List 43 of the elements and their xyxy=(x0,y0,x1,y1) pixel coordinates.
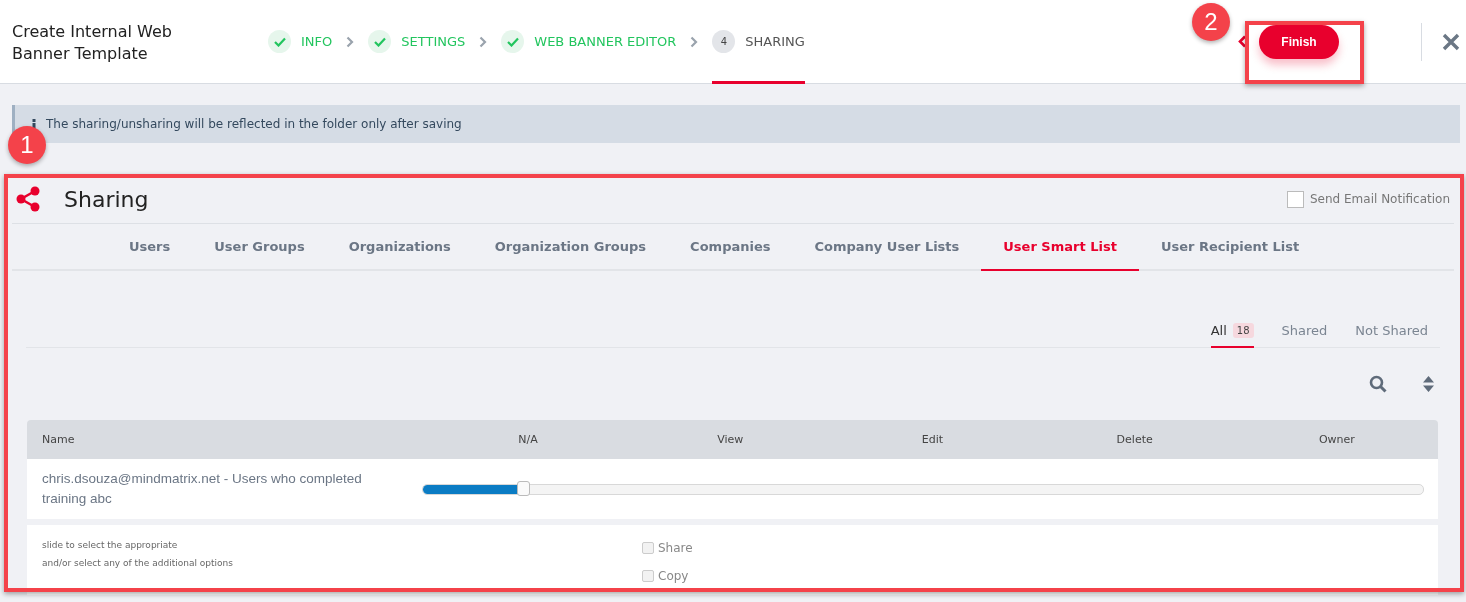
chevron-right-icon xyxy=(346,35,355,48)
wizard-step[interactable]: SETTINGS xyxy=(368,0,466,84)
sort-icon[interactable] xyxy=(1423,376,1434,392)
wizard-step[interactable]: INFO xyxy=(268,0,333,84)
wizard-step[interactable]: WEB BANNER EDITOR xyxy=(501,0,677,84)
column-header: View xyxy=(716,433,745,446)
tab[interactable]: Companies xyxy=(668,224,793,271)
tab[interactable]: Company User Lists xyxy=(792,224,982,271)
filter-tab[interactable]: Not Shared xyxy=(1355,315,1428,348)
share-icon xyxy=(16,186,40,212)
permission-slider[interactable] xyxy=(422,483,1424,495)
search-icon[interactable] xyxy=(1369,375,1387,393)
tab[interactable]: Users xyxy=(107,224,193,271)
filter-tab[interactable]: Shared xyxy=(1281,315,1328,348)
wizard-step[interactable]: 4 SHARING xyxy=(712,0,805,84)
chevron-right-icon xyxy=(479,35,488,48)
finish-button[interactable]: Finish xyxy=(1259,24,1339,59)
tab[interactable]: Organizations xyxy=(326,224,473,271)
column-header: Edit xyxy=(920,433,945,446)
email-notification-checkbox[interactable]: Send Email Notification xyxy=(1287,190,1450,208)
tab[interactable]: Organization Groups xyxy=(472,224,669,271)
column-header: Name xyxy=(41,433,76,446)
tab[interactable]: User Recipient List xyxy=(1138,224,1322,271)
chevron-left-icon[interactable] xyxy=(1238,35,1247,48)
tab[interactable]: User Smart List xyxy=(981,224,1139,271)
section-title: Sharing xyxy=(64,186,149,212)
chevron-right-icon xyxy=(690,35,699,48)
check-icon xyxy=(506,36,519,47)
hint-text: slide to select the appropriate xyxy=(42,540,179,550)
column-header: Owner xyxy=(1317,433,1356,446)
check-icon xyxy=(373,36,386,47)
column-header: Delete xyxy=(1115,433,1154,446)
hint-text: and/or select any of the additional options xyxy=(42,558,234,568)
tab[interactable]: User Groups xyxy=(192,224,327,271)
close-icon[interactable] xyxy=(1442,32,1460,51)
page-title: Create Internal Web Banner Template xyxy=(12,20,173,65)
slider-thumb[interactable] xyxy=(517,480,530,496)
filter-tab[interactable]: All 18 xyxy=(1210,315,1254,348)
check-icon xyxy=(273,36,286,47)
info-message: The sharing/unsharing will be reflected in the folder only after saving xyxy=(46,117,462,131)
step-marker: 1 xyxy=(8,126,46,164)
row-name: chris.dsouza@mindmatrix.net - Users who completed training abc xyxy=(42,470,363,508)
column-header: N/A xyxy=(517,433,539,446)
